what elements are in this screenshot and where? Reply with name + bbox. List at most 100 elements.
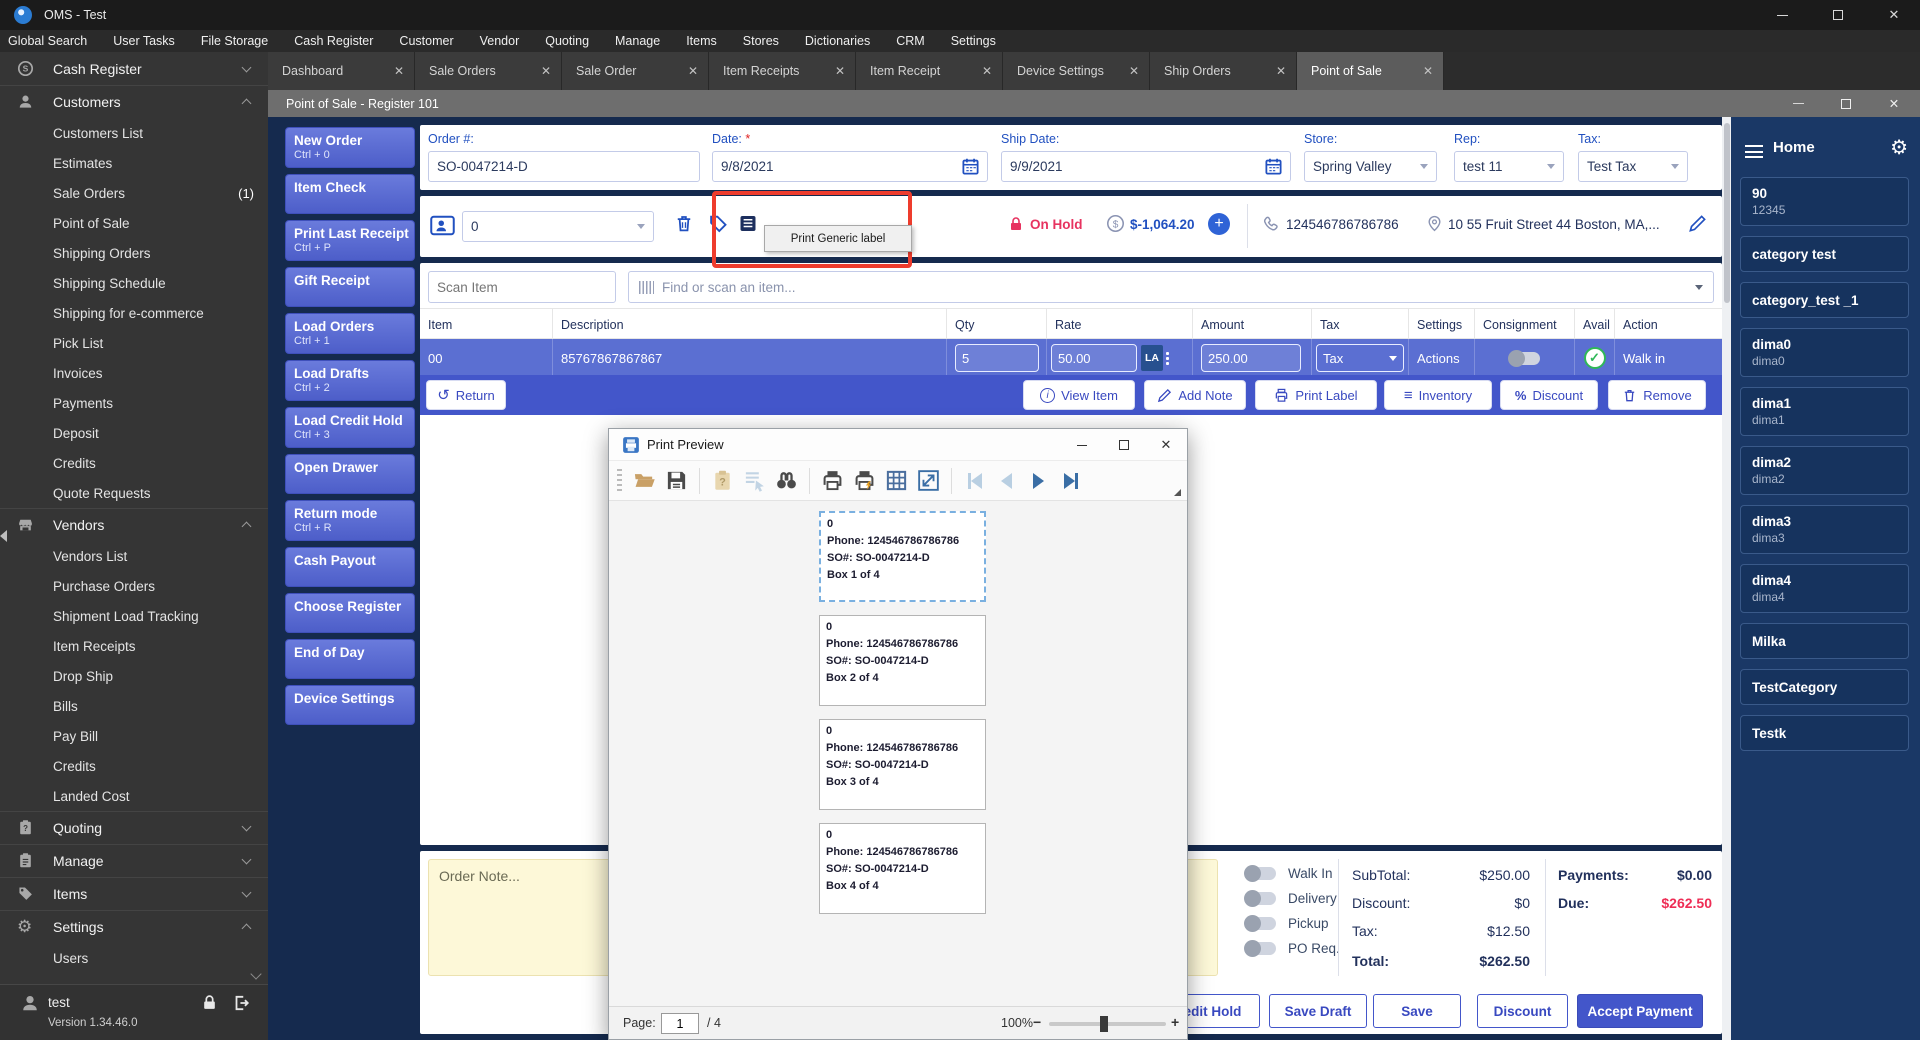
rep-select[interactable]: test 11 xyxy=(1454,151,1564,182)
category-card[interactable]: dima1 dima1 xyxy=(1740,387,1909,436)
sidebar-item[interactable]: S ? ⚙ Landed Cost xyxy=(0,781,268,811)
amount-input[interactable] xyxy=(1201,344,1301,372)
document-tab[interactable]: Ship Orders ✕ xyxy=(1150,52,1297,90)
sidebar-item[interactable]: S ? ⚙ Shipment Load Tracking xyxy=(0,601,268,631)
sidebar-item[interactable]: S ? ⚙ Customers xyxy=(0,85,268,118)
view-item-button[interactable]: i View Item xyxy=(1023,380,1135,410)
sidebar-item[interactable]: S ? ⚙ Settings xyxy=(0,910,268,943)
discount-footer-button[interactable]: Discount xyxy=(1477,994,1568,1028)
last-page-icon[interactable] xyxy=(1057,467,1084,494)
dialog-title-bar[interactable]: Print Preview ✕ xyxy=(609,429,1187,461)
close-button[interactable]: ✕ xyxy=(1871,0,1917,30)
preview-content-area[interactable]: 0 Phone: 124546786786786 SO#: SO-0047214… xyxy=(609,501,1187,1007)
category-card[interactable]: dima4 dima4 xyxy=(1740,564,1909,613)
menu-item[interactable]: Vendor xyxy=(480,34,520,48)
maximize-button[interactable] xyxy=(1815,0,1861,30)
fulfillment-toggle[interactable] xyxy=(1244,890,1276,907)
rate-input[interactable] xyxy=(1051,344,1137,372)
sidebar-item[interactable]: S ? ⚙ Payments xyxy=(0,388,268,418)
column-header-tax[interactable]: Tax xyxy=(1312,309,1409,340)
menu-item[interactable]: CRM xyxy=(896,34,924,48)
label-preview[interactable]: 0 Phone: 124546786786786 SO#: SO-0047214… xyxy=(819,615,986,706)
pos-action-button[interactable]: Gift Receipt xyxy=(285,267,415,307)
toolbar-overflow-icon[interactable] xyxy=(1174,489,1181,496)
menu-item[interactable]: Stores xyxy=(743,34,779,48)
pos-action-button[interactable]: Return mode Ctrl + R xyxy=(285,500,415,541)
delete-customer-icon[interactable] xyxy=(674,213,694,234)
sidebar-item[interactable]: S ? ⚙ Shipping Orders xyxy=(0,238,268,268)
dialog-close-button[interactable]: ✕ xyxy=(1145,429,1187,461)
tax-select[interactable]: Test Tax xyxy=(1578,151,1688,182)
accept-payment-button[interactable]: Accept Payment xyxy=(1577,994,1703,1028)
category-card[interactable]: dima0 dima0 xyxy=(1740,328,1909,377)
pos-action-button[interactable]: End of Day xyxy=(285,639,415,679)
category-card[interactable]: Milka xyxy=(1740,623,1909,659)
column-header-qty[interactable]: Qty xyxy=(947,309,1047,340)
document-tab[interactable]: Point of Sale ✕ xyxy=(1297,52,1444,90)
menu-item[interactable]: Dictionaries xyxy=(805,34,870,48)
sidebar-item[interactable]: S ? ⚙ Quoting xyxy=(0,811,268,844)
category-card[interactable]: category_test _1 xyxy=(1740,282,1909,318)
save-button[interactable]: Save xyxy=(1373,994,1461,1028)
document-tab[interactable]: Device Settings ✕ xyxy=(1003,52,1150,90)
sidebar-item[interactable]: S ? ⚙ Quote Requests xyxy=(0,478,268,508)
tab-close-icon[interactable]: ✕ xyxy=(829,64,845,78)
sidebar-item[interactable]: S ? ⚙ Vendors List xyxy=(0,541,268,571)
menu-item[interactable]: Items xyxy=(686,34,717,48)
sidebar-item[interactable]: S ? ⚙ Users xyxy=(0,943,268,973)
save-draft-button[interactable]: Save Draft xyxy=(1269,994,1367,1028)
menu-item[interactable]: Manage xyxy=(615,34,660,48)
pos-action-button[interactable]: Load Drafts Ctrl + 2 xyxy=(285,360,415,401)
edit-pencil-icon[interactable] xyxy=(1688,214,1707,233)
column-header-amount[interactable]: Amount xyxy=(1193,309,1312,340)
pos-minimize-button[interactable] xyxy=(1776,90,1820,117)
sidebar-item[interactable]: S ? ⚙ Customers List xyxy=(0,118,268,148)
action-cell[interactable]: Walk in xyxy=(1615,339,1722,377)
search-binoculars-icon[interactable] xyxy=(773,467,800,494)
hamburger-menu-icon[interactable] xyxy=(1745,145,1763,158)
dialog-maximize-button[interactable] xyxy=(1103,429,1145,461)
main-vertical-scrollbar[interactable] xyxy=(1722,117,1731,1040)
minimize-button[interactable] xyxy=(1759,0,1805,30)
sidebar-item[interactable]: S ? ⚙ Invoices xyxy=(0,358,268,388)
sidebar-item[interactable]: S ? ⚙ Pick List xyxy=(0,328,268,358)
menu-item[interactable]: Cash Register xyxy=(294,34,373,48)
tab-close-icon[interactable]: ✕ xyxy=(976,64,992,78)
column-header-item[interactable]: Item xyxy=(420,309,553,340)
menu-item[interactable]: Global Search xyxy=(8,34,87,48)
pos-action-button[interactable]: Cash Payout xyxy=(285,547,415,587)
sidebar-collapse-arrow[interactable] xyxy=(0,530,7,542)
tab-close-icon[interactable]: ✕ xyxy=(682,64,698,78)
pos-action-button[interactable]: Choose Register xyxy=(285,593,415,633)
ship-date-input[interactable] xyxy=(1001,151,1291,182)
add-customer-button[interactable]: + xyxy=(1208,213,1230,235)
column-header-description[interactable]: Description xyxy=(553,309,947,340)
zoom-out-icon[interactable]: − xyxy=(1033,1014,1041,1030)
sidebar-item[interactable]: S ? ⚙ Items xyxy=(0,877,268,910)
pos-action-button[interactable]: Print Last Receipt Ctrl + P xyxy=(285,220,415,261)
menu-item[interactable]: Customer xyxy=(399,34,453,48)
menu-item[interactable]: Settings xyxy=(951,34,996,48)
discount-button[interactable]: % Discount xyxy=(1500,380,1598,410)
inventory-button[interactable]: ≡ Inventory xyxy=(1384,380,1492,410)
column-header-rate[interactable]: Rate xyxy=(1047,309,1193,340)
add-note-button[interactable]: Add Note xyxy=(1144,380,1246,410)
zoom-in-icon[interactable]: + xyxy=(1171,1014,1179,1030)
logout-icon[interactable] xyxy=(232,994,250,1012)
previous-page-icon[interactable] xyxy=(993,467,1020,494)
dialog-minimize-button[interactable] xyxy=(1061,429,1103,461)
document-tab[interactable]: Sale Order ✕ xyxy=(562,52,709,90)
sidebar-item[interactable]: S ? ⚙ Sale Orders (1) xyxy=(0,178,268,208)
date-input[interactable] xyxy=(712,151,988,182)
pos-restore-button[interactable] xyxy=(1824,90,1868,117)
category-card[interactable]: Testk xyxy=(1740,715,1909,751)
sidebar-item[interactable]: S ? ⚙ Cash Register xyxy=(0,52,268,85)
menu-item[interactable]: Quoting xyxy=(545,34,589,48)
save-icon[interactable] xyxy=(663,467,690,494)
fulfillment-toggle[interactable] xyxy=(1244,865,1276,882)
sidebar-item[interactable]: S ? ⚙ Purchase Orders xyxy=(0,571,268,601)
sidebar-item[interactable]: S ? ⚙ Shipping Schedule xyxy=(0,268,268,298)
sidebar-item[interactable]: S ? ⚙ Point of Sale xyxy=(0,208,268,238)
zoom-slider-thumb[interactable] xyxy=(1100,1016,1108,1032)
tab-close-icon[interactable]: ✕ xyxy=(1270,64,1286,78)
